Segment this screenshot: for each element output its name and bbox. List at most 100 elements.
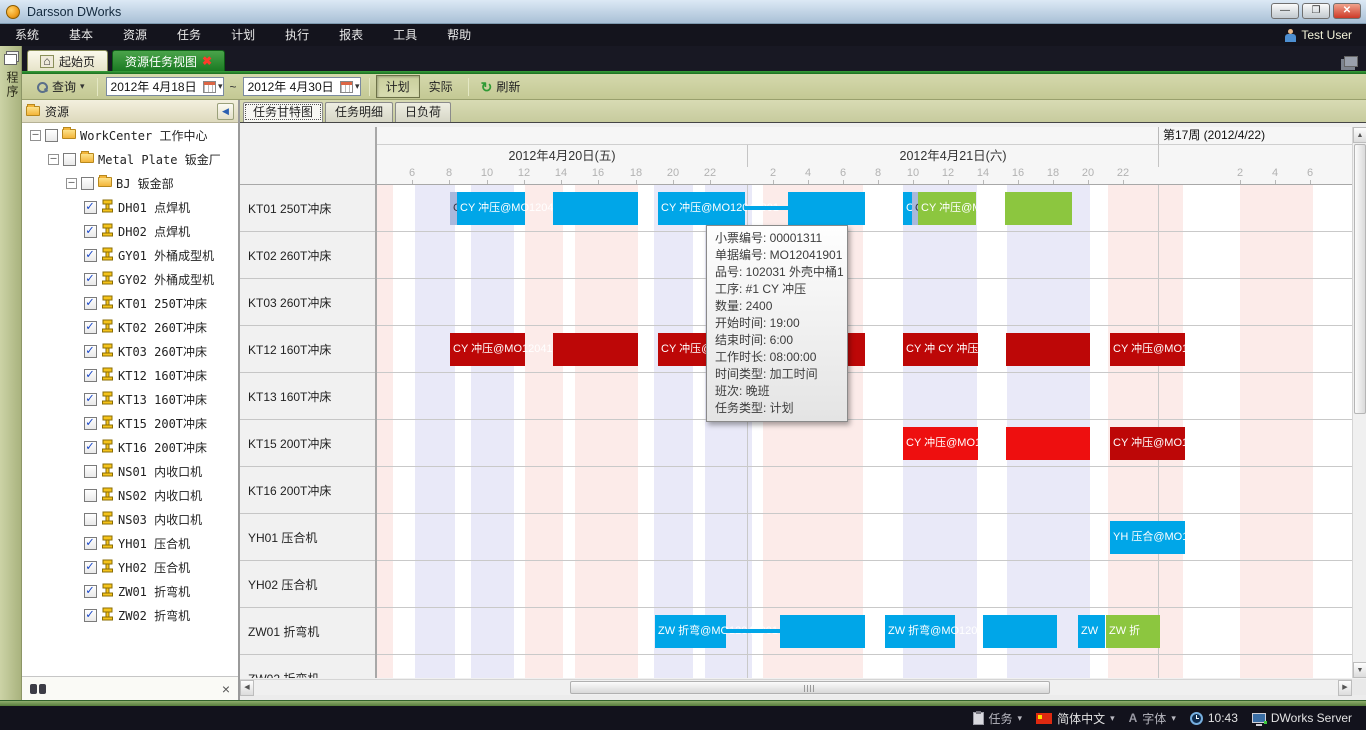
task-bar[interactable]: CY 冲压@MO12041901: [658, 192, 745, 225]
tab-resource-task-view[interactable]: 资源任务视图 ✖: [112, 50, 225, 71]
collapse-panel-button[interactable]: ◀: [217, 103, 234, 120]
date-to-caret-icon[interactable]: ▾: [355, 81, 360, 92]
actual-toggle-button[interactable]: 实际: [420, 76, 462, 97]
tree-node-4[interactable]: DH02 点焊机: [22, 219, 238, 243]
gantt-tab-2[interactable]: 日负荷: [395, 102, 451, 122]
menu-item-5[interactable]: 执行: [270, 24, 324, 46]
task-bar[interactable]: ZW 折: [1106, 615, 1160, 648]
date-from-field[interactable]: 2012年 4月18日 ▾: [106, 77, 224, 96]
tree-node-19[interactable]: ZW01 折弯机: [22, 579, 238, 603]
menu-item-0[interactable]: 系统: [0, 24, 54, 46]
horizontal-scrollbar[interactable]: ◀ ▶: [240, 679, 1352, 695]
menu-item-1[interactable]: 基本: [54, 24, 108, 46]
tree-checkbox[interactable]: [84, 609, 97, 622]
tree-node-0[interactable]: –WorkCenter 工作中心: [22, 123, 238, 147]
task-bar[interactable]: [983, 615, 1057, 648]
tree-checkbox[interactable]: [84, 465, 97, 478]
tree-checkbox[interactable]: [84, 513, 97, 526]
horizontal-scroll-thumb[interactable]: [570, 681, 1050, 694]
scroll-right-icon[interactable]: ▶: [1338, 680, 1352, 696]
tree-checkbox[interactable]: [84, 537, 97, 550]
tree-node-2[interactable]: –BJ 钣金部: [22, 171, 238, 195]
tree-node-11[interactable]: KT13 160T冲床: [22, 387, 238, 411]
task-bar[interactable]: ZW 折弯@MO12041901: [655, 615, 726, 648]
task-bar[interactable]: [553, 333, 638, 366]
task-bar[interactable]: C: [450, 192, 457, 225]
task-bar[interactable]: [745, 206, 788, 210]
close-button[interactable]: ✕: [1333, 3, 1361, 19]
tree-checkbox[interactable]: [45, 129, 58, 142]
task-bar[interactable]: ZW 折弯@MO12041901: [885, 615, 955, 648]
caret-down-icon[interactable]: ▾: [1110, 713, 1115, 724]
status-item-1[interactable]: 简体中文▾: [1036, 710, 1115, 727]
task-bar[interactable]: CY 冲压@MO12041901: [457, 192, 525, 225]
user-area[interactable]: Test User: [1285, 24, 1352, 46]
tree-checkbox[interactable]: [84, 369, 97, 382]
tree-node-10[interactable]: KT12 160T冲床: [22, 363, 238, 387]
tab-home[interactable]: ⌂ 起始页: [27, 50, 108, 71]
tree-checkbox[interactable]: [84, 585, 97, 598]
task-bar[interactable]: CY 冲压@MO1: [1110, 333, 1185, 366]
tree-node-3[interactable]: DH01 点焊机: [22, 195, 238, 219]
caret-down-icon[interactable]: ▾: [1018, 713, 1023, 724]
tree-node-18[interactable]: YH02 压合机: [22, 555, 238, 579]
tree-checkbox[interactable]: [84, 225, 97, 238]
vertical-scrollbar[interactable]: ▲ ▼: [1352, 127, 1366, 678]
gantt-tab-1[interactable]: 任务明细: [325, 102, 393, 122]
menu-item-8[interactable]: 帮助: [432, 24, 486, 46]
task-bar[interactable]: CY 冲压@MO1: [1110, 427, 1185, 460]
date-from-caret-icon[interactable]: ▾: [218, 81, 223, 92]
menu-item-6[interactable]: 报表: [324, 24, 378, 46]
task-bar[interactable]: C: [903, 192, 912, 225]
task-bar[interactable]: CY 冲压@MO12041902: [918, 192, 976, 225]
scroll-left-icon[interactable]: ◀: [240, 680, 254, 696]
restore-button[interactable]: ❐: [1302, 3, 1330, 19]
tree-checkbox[interactable]: [84, 249, 97, 262]
task-bar[interactable]: ZW: [1078, 615, 1105, 648]
date-to-field[interactable]: 2012年 4月30日 ▾: [243, 77, 361, 96]
tree-node-8[interactable]: KT02 260T冲床: [22, 315, 238, 339]
tree-checkbox[interactable]: [84, 297, 97, 310]
task-bar[interactable]: CY 冲 CY 冲压@MO12041904: [903, 333, 978, 366]
task-bar[interactable]: CY 冲压@MO12041904: [450, 333, 525, 366]
footer-close-icon[interactable]: ×: [222, 682, 230, 696]
minimize-button[interactable]: —: [1271, 3, 1299, 19]
tree-node-7[interactable]: KT01 250T冲床: [22, 291, 238, 315]
menu-item-7[interactable]: 工具: [378, 24, 432, 46]
find-icon[interactable]: [30, 684, 46, 694]
tree-checkbox[interactable]: [84, 201, 97, 214]
tree-node-14[interactable]: NS01 内收口机: [22, 459, 238, 483]
tree-checkbox[interactable]: [84, 393, 97, 406]
status-item-0[interactable]: 任务▾: [973, 710, 1023, 727]
task-bar[interactable]: [1006, 333, 1090, 366]
menu-item-3[interactable]: 任务: [162, 24, 216, 46]
panels-icon[interactable]: [4, 51, 18, 63]
tree-checkbox[interactable]: [84, 345, 97, 358]
tree-node-15[interactable]: NS02 内收口机: [22, 483, 238, 507]
tree-node-17[interactable]: YH01 压合机: [22, 531, 238, 555]
status-item-2[interactable]: A字体▾: [1129, 710, 1176, 727]
tree-node-20[interactable]: ZW02 折弯机: [22, 603, 238, 627]
scroll-up-icon[interactable]: ▲: [1353, 127, 1366, 143]
tree-checkbox[interactable]: [84, 561, 97, 574]
side-strip-label[interactable]: 程序: [0, 71, 21, 99]
tree-node-6[interactable]: GY02 外桶成型机: [22, 267, 238, 291]
tree-node-16[interactable]: NS03 内收口机: [22, 507, 238, 531]
tree-checkbox[interactable]: [84, 417, 97, 430]
tree-checkbox[interactable]: [63, 153, 76, 166]
task-bar[interactable]: [1006, 427, 1090, 460]
plan-toggle-button[interactable]: 计划: [376, 75, 420, 98]
refresh-button[interactable]: ↻ 刷新: [475, 76, 527, 97]
tree-expander-icon[interactable]: –: [66, 178, 77, 189]
gantt-tab-0[interactable]: 任务甘特图: [243, 102, 323, 122]
task-bar[interactable]: [726, 629, 780, 633]
tab-close-icon[interactable]: ✖: [202, 55, 212, 67]
tree-checkbox[interactable]: [84, 321, 97, 334]
task-bar[interactable]: CY 冲压@MO12041903: [903, 427, 978, 460]
query-caret-icon[interactable]: ▾: [80, 81, 85, 92]
menu-item-2[interactable]: 资源: [108, 24, 162, 46]
tree-node-13[interactable]: KT16 200T冲床: [22, 435, 238, 459]
tree-node-5[interactable]: GY01 外桶成型机: [22, 243, 238, 267]
caret-down-icon[interactable]: ▾: [1171, 713, 1176, 724]
task-bar[interactable]: [553, 192, 638, 225]
